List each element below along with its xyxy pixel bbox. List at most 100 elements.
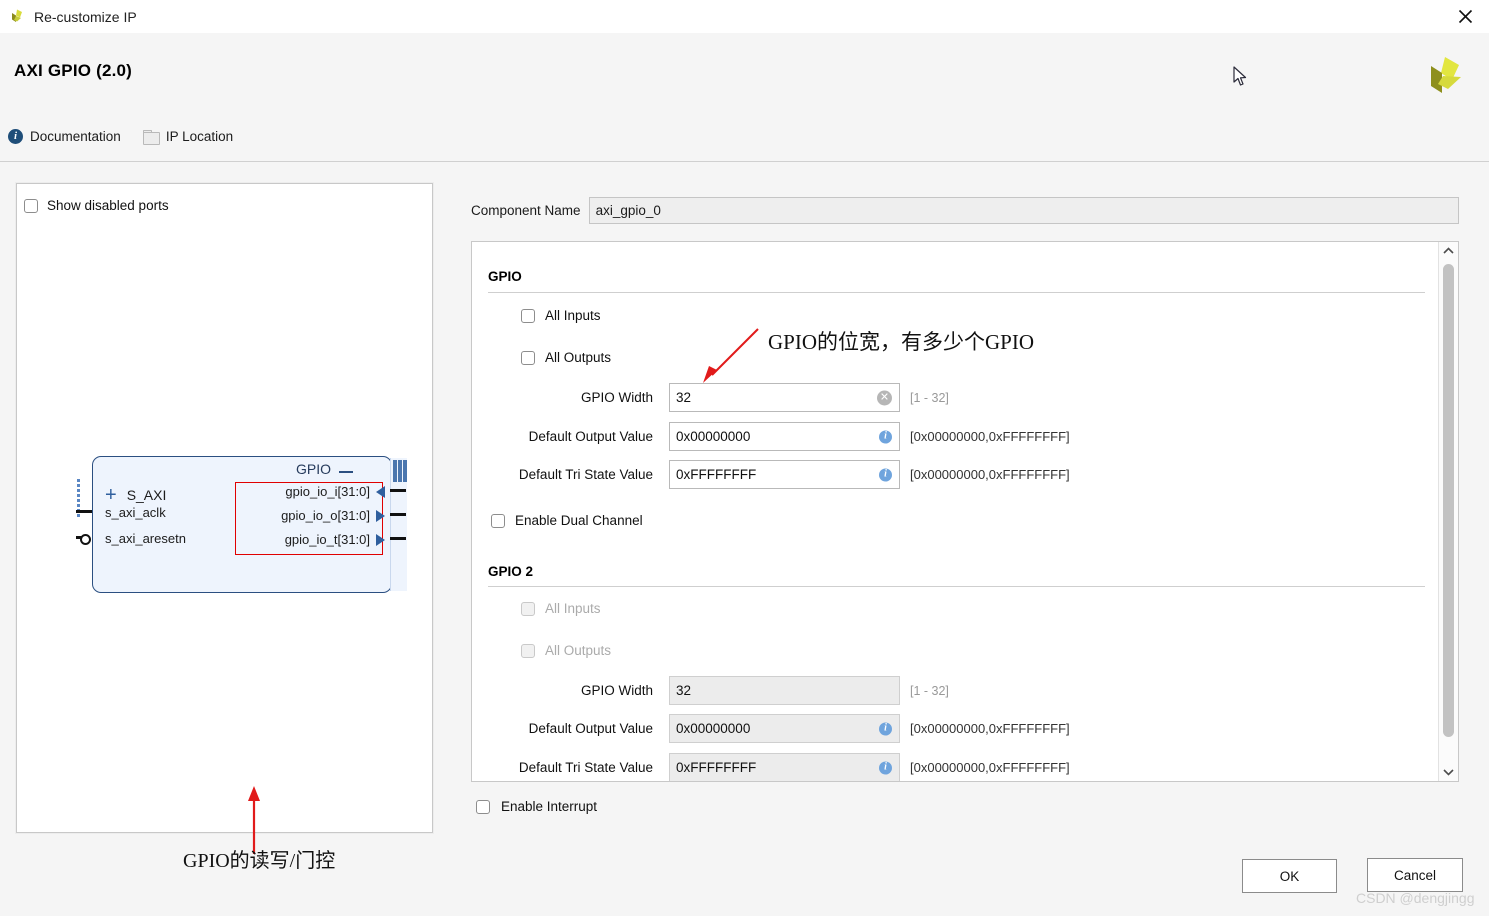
ip-location-label: IP Location xyxy=(165,129,234,144)
gpio-width-input[interactable]: 32 ✕ xyxy=(669,383,900,412)
page-title: AXI GPIO (2.0) xyxy=(14,61,133,80)
gpio-interface-label: GPIO xyxy=(295,461,331,477)
ip-symbol-panel: Show disabled ports GPIO + S_AXI s_axi_a… xyxy=(16,183,433,872)
gpio-all-outputs-label: All Outputs xyxy=(545,350,612,365)
gpio2-width-row: GPIO Width 32 [1 - 32] xyxy=(488,676,949,705)
info-icon[interactable]: i xyxy=(879,722,892,735)
gpio2-default-output-input[interactable]: 0x00000000 i xyxy=(669,714,900,743)
enable-dual-channel-label: Enable Dual Channel xyxy=(515,513,643,528)
info-icon: i xyxy=(8,129,23,144)
gpio-width-label: GPIO Width xyxy=(580,390,653,405)
checkbox-box xyxy=(24,198,38,213)
gpio2-all-outputs-checkbox[interactable]: All Outputs xyxy=(521,643,611,658)
gpio2-default-output-value: 0x00000000 xyxy=(676,721,751,736)
gpio2-all-inputs-label: All Inputs xyxy=(545,601,601,616)
arrow-right-icon xyxy=(376,533,385,546)
window-titlebar: Re-customize IP xyxy=(0,0,1489,34)
section-rule-gpio xyxy=(488,292,1425,293)
checkbox-box xyxy=(521,308,535,323)
ok-button[interactable]: OK xyxy=(1242,859,1337,893)
settings-scrollbar[interactable] xyxy=(1438,242,1458,781)
clear-icon[interactable]: ✕ xyxy=(877,390,892,405)
folder-icon xyxy=(142,130,160,145)
gpio-all-outputs-checkbox[interactable]: All Outputs xyxy=(521,350,611,365)
gpio-width-row: GPIO Width 32 ✕ [1 - 32] xyxy=(488,383,949,412)
port-label-gpio-io-i: gpio_io_i[31:0] xyxy=(285,484,370,499)
annotation-arrow-diagonal xyxy=(703,328,759,383)
close-icon[interactable] xyxy=(1442,0,1489,33)
component-name-input[interactable]: axi_gpio_0 xyxy=(588,196,1459,224)
gpio-all-inputs-label: All Inputs xyxy=(545,308,601,323)
aresetn-pin-stub xyxy=(76,536,82,539)
gpio2-default-tristate-label: Default Tri State Value xyxy=(518,760,653,775)
port-label-s-axi-aresetn: s_axi_aresetn xyxy=(105,531,186,546)
gpio-io-i-pin-stub xyxy=(390,489,406,492)
info-icon[interactable]: i xyxy=(879,468,892,481)
gpio2-default-tristate-value: 0xFFFFFFFF xyxy=(676,760,757,775)
gpio2-width-range-hint: [1 - 32] xyxy=(910,683,949,698)
annotation-text-gpio-width: GPIO的位宽，有多少个GPIO xyxy=(768,330,1035,354)
gpio2-default-output-label: Default Output Value xyxy=(528,721,653,736)
cancel-button[interactable]: Cancel xyxy=(1367,858,1463,892)
section-title-gpio: GPIO xyxy=(488,269,522,284)
gpio2-default-tristate-range-hint: [0x00000000,0xFFFFFFFF] xyxy=(910,760,1070,775)
ip-block-body: GPIO + S_AXI s_axi_aclk s_axi_aresetn gp… xyxy=(92,456,392,593)
component-name-row: Component Name axi_gpio_0 xyxy=(471,196,1459,224)
dialog-header: AXI GPIO (2.0) i Documentation IP Locati… xyxy=(0,33,1489,162)
ip-settings-content: GPIO All Inputs All Outputs GPIO Width 3… xyxy=(472,242,1440,781)
gpio-width-value: 32 xyxy=(676,390,692,405)
checkbox-box xyxy=(521,601,535,616)
checkbox-box xyxy=(521,643,535,658)
vivado-logo-icon xyxy=(8,8,26,26)
enable-interrupt-checkbox[interactable]: Enable Interrupt xyxy=(476,799,597,814)
port-row-gpio-io-o: gpio_io_o[31:0] xyxy=(281,508,385,523)
checkbox-box xyxy=(521,350,535,365)
s-axi-label: S_AXI xyxy=(126,487,167,503)
scroll-up-icon[interactable] xyxy=(1439,242,1458,260)
scroll-down-icon[interactable] xyxy=(1439,763,1458,781)
ip-block-symbol: GPIO + S_AXI s_axi_aclk s_axi_aresetn gp… xyxy=(76,456,407,601)
gpio-default-tristate-input[interactable]: 0xFFFFFFFF i xyxy=(669,460,900,489)
s-axi-bus-stub-icon xyxy=(76,478,85,517)
checkbox-box xyxy=(476,799,490,814)
gpio-default-tristate-range-hint: [0x00000000,0xFFFFFFFF] xyxy=(910,467,1070,482)
documentation-link[interactable]: i Documentation xyxy=(8,129,121,144)
gpio-default-tristate-label: Default Tri State Value xyxy=(518,467,653,482)
gpio-default-output-value: 0x00000000 xyxy=(676,429,751,444)
gpio-default-tristate-row: Default Tri State Value 0xFFFFFFFF i [0x… xyxy=(488,460,1070,489)
info-icon[interactable]: i xyxy=(879,761,892,774)
checkbox-box xyxy=(491,513,505,528)
ip-location-link[interactable]: IP Location xyxy=(142,129,234,145)
enable-interrupt-label: Enable Interrupt xyxy=(501,799,598,814)
gpio2-default-output-range-hint: [0x00000000,0xFFFFFFFF] xyxy=(910,721,1070,736)
port-row-gpio-io-t: gpio_io_t[31:0] xyxy=(285,532,385,547)
gpio-io-t-pin-stub xyxy=(390,537,406,540)
scrollbar-thumb[interactable] xyxy=(1443,264,1454,737)
gpio2-all-inputs-checkbox[interactable]: All Inputs xyxy=(521,601,601,616)
port-label-gpio-io-t: gpio_io_t[31:0] xyxy=(284,532,370,547)
gpio-all-inputs-checkbox[interactable]: All Inputs xyxy=(521,308,601,323)
gpio-bus-strip xyxy=(390,458,407,591)
show-disabled-ports-checkbox[interactable]: Show disabled ports xyxy=(24,198,169,213)
window-title: Re-customize IP xyxy=(34,8,137,25)
info-icon[interactable]: i xyxy=(879,430,892,443)
gpio2-width-label: GPIO Width xyxy=(580,683,653,698)
enable-dual-channel-checkbox[interactable]: Enable Dual Channel xyxy=(491,513,643,528)
gpio-width-range-hint: [1 - 32] xyxy=(910,390,949,405)
header-links: i Documentation IP Location xyxy=(8,129,255,145)
gpio-default-output-range-hint: [0x00000000,0xFFFFFFFF] xyxy=(910,429,1070,444)
gpio2-width-input[interactable]: 32 xyxy=(669,676,900,705)
gpio-default-output-input[interactable]: 0x00000000 i xyxy=(669,422,900,451)
gpio2-default-tristate-row: Default Tri State Value 0xFFFFFFFF i [0x… xyxy=(488,753,1070,781)
gpio2-default-tristate-input[interactable]: 0xFFFFFFFF i xyxy=(669,753,900,781)
aclk-pin-stub xyxy=(76,510,92,513)
section-title-gpio2: GPIO 2 xyxy=(488,564,534,579)
gpio-default-output-row: Default Output Value 0x00000000 i [0x000… xyxy=(488,422,1070,451)
s-axi-interface-group[interactable]: + S_AXI xyxy=(105,485,166,505)
section-rule-gpio2 xyxy=(488,586,1425,587)
component-name-label: Component Name xyxy=(471,202,581,218)
gpio-interface-dash-icon xyxy=(339,471,353,473)
gpio2-default-output-row: Default Output Value 0x00000000 i [0x000… xyxy=(488,714,1070,743)
show-disabled-ports-label: Show disabled ports xyxy=(47,198,169,213)
expand-plus-icon[interactable]: + xyxy=(105,485,117,505)
